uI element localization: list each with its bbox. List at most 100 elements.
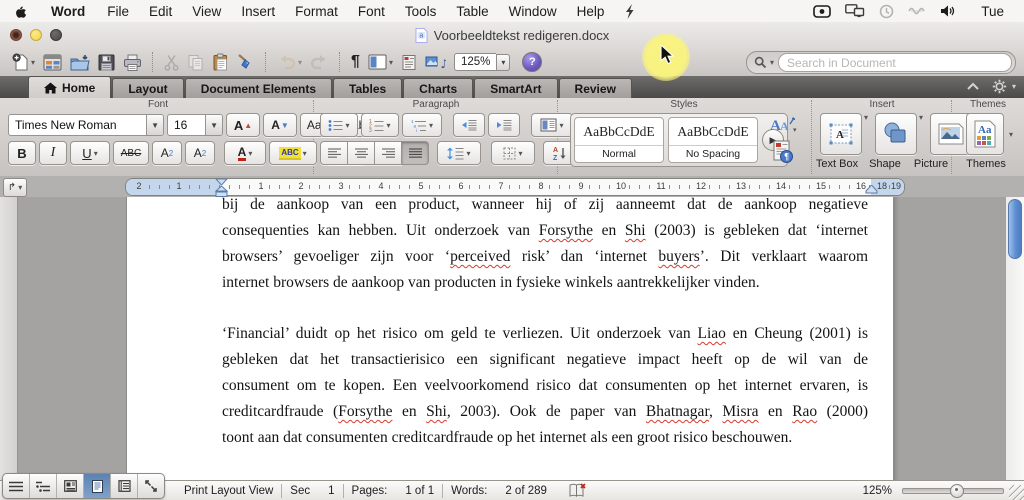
font-name-select[interactable]: Times New Roman ▼ xyxy=(8,114,164,136)
tab-document-elements[interactable]: Document Elements xyxy=(185,78,332,98)
elements-gallery-button[interactable] xyxy=(39,50,66,74)
sidebar-view-dropdown-arrow[interactable]: ▾ xyxy=(389,58,393,67)
font-size-dropdown-arrow[interactable]: ▼ xyxy=(205,115,222,135)
document-map-button[interactable] xyxy=(397,50,421,74)
font-name-dropdown-arrow[interactable]: ▼ xyxy=(146,115,163,135)
align-left-button[interactable] xyxy=(320,141,348,165)
page-text[interactable]: ‘Perceived’ risk kan het beste worden om… xyxy=(222,197,868,451)
underline-button[interactable]: U ▾ xyxy=(70,141,110,165)
document-page[interactable]: ‘Perceived’ risk kan het beste worden om… xyxy=(127,197,893,481)
columns-dropdown-arrow[interactable]: ▾ xyxy=(559,121,563,130)
collapse-ribbon-button[interactable] xyxy=(966,82,980,91)
new-document-button[interactable]: ▾ xyxy=(8,50,39,74)
borders-dropdown-arrow[interactable]: ▾ xyxy=(518,149,522,158)
search-dropdown-arrow[interactable]: ▾ xyxy=(770,58,774,67)
right-indent-marker[interactable] xyxy=(865,185,878,194)
manage-styles-button[interactable]: ¶ xyxy=(772,140,794,164)
columns-button[interactable]: ▾ xyxy=(531,113,573,137)
horizontal-ruler[interactable]: 21123456789101112131415161819 xyxy=(125,178,905,196)
window-title-bar[interactable]: a Voorbeeldtekst redigeren.docx xyxy=(0,22,1024,48)
decrease-indent-button[interactable] xyxy=(453,113,485,137)
undo-button[interactable]: ▾ xyxy=(273,50,306,74)
search-widget[interactable]: ▾ Search in Document xyxy=(746,51,1016,74)
screen-recording-icon[interactable] xyxy=(813,5,831,18)
print-button[interactable] xyxy=(119,50,146,74)
zoom-slider[interactable] xyxy=(902,488,1004,494)
numbering-button[interactable]: 123 ▾ xyxy=(361,113,399,137)
toolbar-zoom-value[interactable]: 125% xyxy=(454,53,496,71)
words-value[interactable]: 2 of 289 xyxy=(505,485,547,497)
close-button[interactable] xyxy=(10,29,22,41)
media-browser-button[interactable]: ♪ xyxy=(421,50,450,74)
menu-bar-clock[interactable]: Tue xyxy=(971,1,1014,22)
multilevel-list-button[interactable]: 1ai ▾ xyxy=(402,113,442,137)
line-spacing-button[interactable]: ▾ xyxy=(437,141,481,165)
change-styles-button[interactable]: AA▾ xyxy=(770,114,798,134)
window-resize-grip[interactable] xyxy=(1009,485,1024,500)
highlight-button[interactable]: ABC ▾ xyxy=(269,141,317,165)
first-line-indent-marker[interactable] xyxy=(215,178,228,186)
open-button[interactable] xyxy=(66,50,94,74)
format-painter-button[interactable] xyxy=(233,50,259,74)
align-center-button[interactable] xyxy=(348,141,375,165)
strikethrough-button[interactable]: ABC xyxy=(113,141,149,165)
status-zoom-value[interactable]: 125% xyxy=(863,485,892,497)
vertical-scrollbar[interactable] xyxy=(1005,197,1024,481)
vertical-scrollbar-thumb[interactable] xyxy=(1008,199,1022,259)
italic-button[interactable]: I xyxy=(39,141,67,165)
toolbar-zoom-dropdown-arrow[interactable]: ▾ xyxy=(496,54,510,71)
style-card-normal[interactable]: AaBbCcDdE Normal xyxy=(574,117,664,163)
search-input[interactable]: Search in Document xyxy=(778,53,1012,72)
menu-item-table[interactable]: Table xyxy=(446,1,498,22)
displays-icon[interactable] xyxy=(845,4,865,18)
view-name-label[interactable]: Print Layout View xyxy=(184,485,273,497)
themes-dropdown-arrow[interactable]: ▾ xyxy=(1009,130,1013,139)
tab-stop-selector[interactable]: ↱▾ xyxy=(3,178,27,197)
sidebar-view-button[interactable]: ▾ xyxy=(364,50,397,74)
multilevel-dropdown-arrow[interactable]: ▾ xyxy=(429,121,433,130)
tab-layout[interactable]: Layout xyxy=(112,78,183,98)
font-color-button[interactable]: A ▾ xyxy=(224,141,266,165)
print-layout-view-button[interactable] xyxy=(84,474,111,498)
highlight-dropdown-arrow[interactable]: ▾ xyxy=(303,149,307,158)
font-size-select[interactable]: 16 ▼ xyxy=(167,114,223,136)
ribbon-settings-button[interactable]: ▾ xyxy=(992,79,1016,94)
spelling-status-button[interactable] xyxy=(569,483,586,498)
bold-button[interactable]: B xyxy=(8,141,36,165)
notebook-layout-view-button[interactable] xyxy=(111,474,138,498)
themes-button[interactable]: Aa ▾ xyxy=(966,113,1013,155)
wave-status-icon[interactable] xyxy=(908,5,926,17)
tab-smartart[interactable]: SmartArt xyxy=(474,78,557,98)
volume-icon[interactable] xyxy=(940,4,957,18)
tab-review[interactable]: Review xyxy=(559,78,632,98)
toolbar-zoom-control[interactable]: 125% ▾ xyxy=(454,53,510,71)
increase-indent-button[interactable] xyxy=(488,113,520,137)
tab-charts[interactable]: Charts xyxy=(403,78,473,98)
textbox-dropdown-arrow[interactable]: ▾ xyxy=(864,113,868,122)
menu-item-insert[interactable]: Insert xyxy=(231,1,285,22)
justify-button[interactable] xyxy=(402,141,429,165)
underline-dropdown-arrow[interactable]: ▾ xyxy=(94,149,98,158)
menu-item-script[interactable] xyxy=(614,4,645,19)
borders-button[interactable]: ▾ xyxy=(491,141,535,165)
draft-view-button[interactable] xyxy=(3,474,30,498)
undo-dropdown-arrow[interactable]: ▾ xyxy=(298,58,302,67)
publishing-layout-view-button[interactable] xyxy=(57,474,84,498)
tab-home[interactable]: Home xyxy=(28,76,111,98)
menu-item-tools[interactable]: Tools xyxy=(395,1,447,22)
zoom-slider-knob[interactable] xyxy=(950,484,964,498)
bullets-dropdown-arrow[interactable]: ▾ xyxy=(345,121,349,130)
menu-item-word[interactable]: Word xyxy=(39,1,97,22)
menu-item-font[interactable]: Font xyxy=(348,1,395,22)
insert-shape-button[interactable]: ▾ xyxy=(875,113,923,155)
numbering-dropdown-arrow[interactable]: ▾ xyxy=(386,121,390,130)
ribbon-settings-dropdown-arrow[interactable]: ▾ xyxy=(1012,82,1016,91)
insert-textbox-button[interactable]: A ▾ xyxy=(820,113,868,155)
outline-view-button[interactable] xyxy=(30,474,57,498)
pages-value[interactable]: 1 of 1 xyxy=(405,485,434,497)
line-spacing-dropdown-arrow[interactable]: ▾ xyxy=(466,149,470,158)
help-button[interactable]: ? xyxy=(522,52,542,72)
bullets-button[interactable]: ▾ xyxy=(320,113,358,137)
focus-view-button[interactable] xyxy=(138,474,164,498)
align-right-button[interactable] xyxy=(375,141,402,165)
